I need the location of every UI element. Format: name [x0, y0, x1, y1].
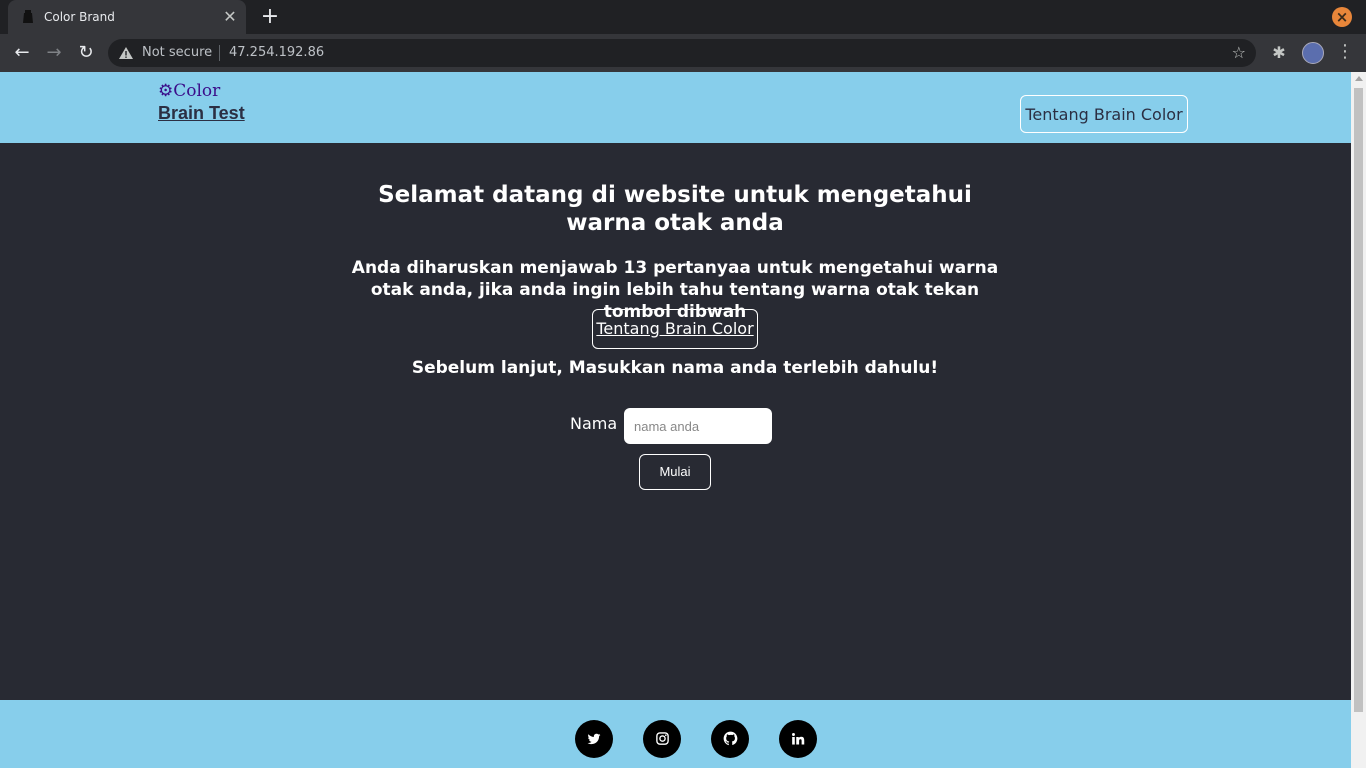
page-viewport: ⚙Color Brain Test Tentang Brain Color Se…	[0, 72, 1351, 768]
window-close-icon[interactable]: ×	[1332, 7, 1352, 27]
browser-toolbar: ← → ↻ Not secure 47.254.192.86 ☆ ✱	[0, 34, 1366, 72]
header-about-button[interactable]: Tentang Brain Color	[1020, 95, 1188, 133]
tab-close-icon[interactable]: ✕	[220, 7, 240, 27]
about-button[interactable]: Tentang Brain Color	[592, 309, 758, 349]
gear-icon: ⚙	[158, 81, 174, 101]
browser-tabstrip: Color Brand ✕ + ×	[0, 0, 1366, 34]
star-icon[interactable]: ☆	[1232, 43, 1246, 62]
page-title: Selamat datang di website untuk mengetah…	[378, 182, 972, 236]
logo-line1: Color	[173, 81, 221, 101]
logo-link[interactable]: Brain Test	[158, 103, 245, 124]
puzzle-icon[interactable]: ✱	[1269, 43, 1289, 63]
site-footer	[0, 700, 1351, 768]
name-prompt: Sebelum lanjut, Masukkan nama anda terle…	[411, 358, 939, 378]
page-scrollbar[interactable]	[1351, 72, 1366, 768]
site-header: ⚙Color Brain Test Tentang Brain Color	[0, 72, 1351, 143]
url-text[interactable]: 47.254.192.86	[229, 45, 324, 60]
name-label: Nama	[570, 414, 618, 433]
github-icon[interactable]	[711, 720, 749, 758]
reload-icon[interactable]: ↻	[74, 41, 98, 65]
browser-tab[interactable]: Color Brand ✕	[8, 0, 246, 34]
start-button[interactable]: Mulai	[639, 454, 711, 490]
omnibox-divider	[219, 45, 220, 61]
back-arrow-icon[interactable]: ←	[10, 41, 34, 65]
favicon-icon	[23, 10, 33, 23]
kebab-icon[interactable]: ⋮	[1336, 43, 1354, 63]
name-input[interactable]	[624, 408, 772, 444]
warning-icon	[119, 47, 133, 59]
linkedin-icon[interactable]	[779, 720, 817, 758]
security-label[interactable]: Not secure	[142, 45, 212, 60]
new-tab-button[interactable]: +	[258, 5, 282, 29]
address-bar[interactable]: Not secure 47.254.192.86 ☆	[108, 39, 1256, 67]
scroll-up-arrow-icon[interactable]	[1355, 76, 1363, 81]
tab-title: Color Brand	[44, 10, 115, 24]
instagram-icon[interactable]	[643, 720, 681, 758]
profile-avatar[interactable]	[1302, 42, 1324, 64]
forward-arrow-icon[interactable]: →	[42, 41, 66, 65]
logo[interactable]: ⚙Color	[158, 81, 220, 101]
twitter-icon[interactable]	[575, 720, 613, 758]
scrollbar-thumb[interactable]	[1354, 88, 1363, 712]
